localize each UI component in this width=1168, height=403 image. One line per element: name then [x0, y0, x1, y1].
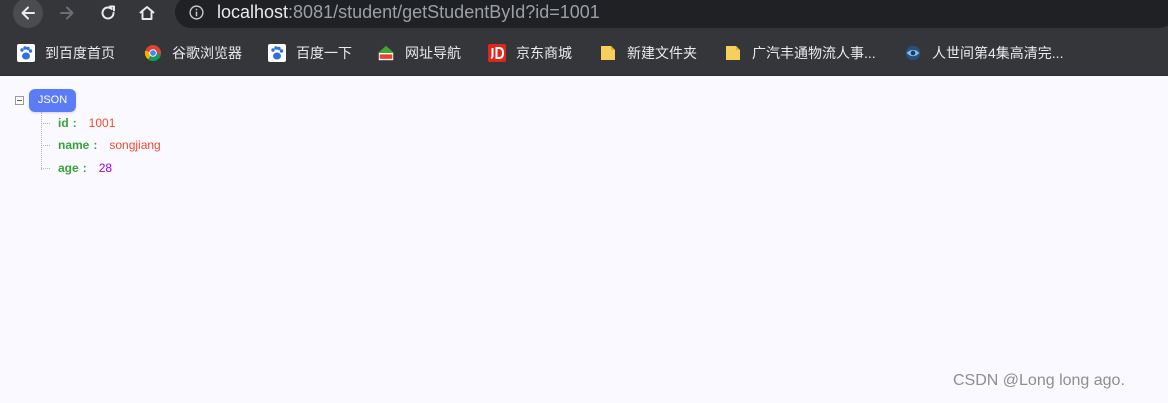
- bookmark-renshijian[interactable]: 人世间第4集高清完...: [904, 42, 1063, 64]
- url-path: :8081/student/getStudentById?id=1001: [288, 2, 600, 22]
- collapse-toggle[interactable]: [15, 96, 24, 105]
- chrome-icon: [144, 44, 162, 62]
- baidu-paw-icon: [268, 44, 286, 62]
- bookmark-label: 谷歌浏览器: [172, 45, 242, 61]
- baidu-paw-icon: [17, 44, 35, 62]
- bookmark-label: 广汽丰通物流人事...: [752, 45, 876, 61]
- bookmark-chrome[interactable]: 谷歌浏览器: [144, 42, 242, 64]
- arrow-right-icon: [60, 6, 74, 20]
- jd-icon: [488, 44, 506, 62]
- bookmark-baidu-search[interactable]: 百度一下: [268, 42, 352, 64]
- home-icon: [139, 6, 155, 20]
- tree-branch: [41, 167, 50, 169]
- bookmark-2345-nav[interactable]: 网址导航: [377, 42, 461, 64]
- bookmark-jd[interactable]: 京东商城: [488, 42, 572, 64]
- bookmark-baidu-home[interactable]: 到百度首页: [17, 42, 115, 64]
- home-button[interactable]: [132, 0, 162, 26]
- 2345-house-icon: [377, 44, 395, 62]
- json-key: age: [58, 161, 79, 175]
- reload-icon: [101, 5, 115, 20]
- bookmark-label: 人世间第4集高清完...: [932, 45, 1064, 61]
- bookmarks-bar: 到百度首页 谷歌浏览器 百度一下 网址导航 京东商城 新建文件夹 广汽丰通物流人…: [0, 30, 1168, 76]
- json-row-name: name : songjiang: [41, 135, 161, 155]
- arrow-left-icon: [21, 6, 35, 20]
- bookmark-label: 网址导航: [405, 45, 461, 61]
- url-text[interactable]: localhost:8081/student/getStudentById?id…: [217, 1, 600, 23]
- json-colon: :: [93, 138, 98, 152]
- address-bar[interactable]: localhost:8081/student/getStudentById?id…: [175, 0, 1168, 28]
- json-row-id: id : 1001: [41, 113, 115, 133]
- info-icon[interactable]: [189, 5, 204, 20]
- bookmark-label: 京东商城: [516, 45, 572, 61]
- json-value: 28: [98, 161, 113, 175]
- bookmark-gac-toyota[interactable]: 广汽丰通物流人事...: [724, 42, 876, 64]
- folder-icon: [724, 44, 742, 62]
- back-button[interactable]: [13, 0, 43, 28]
- json-key: name: [58, 138, 90, 152]
- browser-toolbar: localhost:8081/student/getStudentById?id…: [0, 0, 1168, 30]
- json-root-badge[interactable]: JSON: [29, 89, 76, 112]
- json-colon: :: [82, 161, 87, 175]
- bookmark-label: 到百度首页: [45, 45, 115, 61]
- json-colon: :: [72, 116, 77, 130]
- browser-window: localhost:8081/student/getStudentById?id…: [0, 0, 1168, 403]
- json-value: songjiang: [109, 138, 161, 152]
- bookmark-label: 百度一下: [296, 45, 352, 61]
- eye-globe-icon: [904, 44, 922, 62]
- json-value: 1001: [88, 116, 116, 130]
- json-viewer: JSON id : 1001 name : songjiang age : 28: [0, 76, 1168, 403]
- bookmark-label: 新建文件夹: [627, 45, 697, 61]
- json-row-age: age : 28: [41, 158, 112, 178]
- folder-icon: [599, 44, 617, 62]
- csdn-watermark: CSDN @Long long ago.: [953, 372, 1125, 389]
- json-key: id: [58, 116, 69, 130]
- url-host: localhost: [217, 2, 289, 22]
- tree-branch: [41, 144, 50, 146]
- forward-button[interactable]: [52, 0, 82, 26]
- bookmark-new-folder[interactable]: 新建文件夹: [599, 42, 697, 64]
- reload-button[interactable]: [93, 0, 123, 26]
- tree-branch: [41, 122, 50, 124]
